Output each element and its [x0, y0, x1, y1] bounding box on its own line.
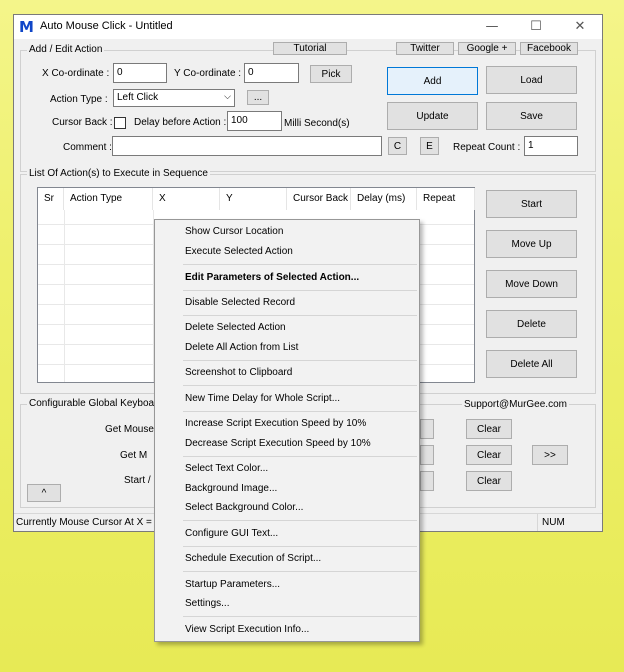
title-bar[interactable]: M Auto Mouse Click - Untitled — ☐ ✕	[14, 15, 602, 39]
menu-separator	[183, 315, 417, 316]
status-divider	[537, 514, 538, 531]
menu-item-select-text-color[interactable]: Select Text Color...	[185, 463, 268, 474]
menu-item-screenshot-to-clipboard[interactable]: Screenshot to Clipboard	[185, 367, 292, 378]
action-options-button[interactable]: ...	[247, 90, 269, 105]
repeat-count-label: Repeat Count :	[453, 142, 521, 153]
shortcut-field-2[interactable]	[420, 445, 434, 465]
more-shortcuts-button[interactable]: >>	[532, 445, 568, 465]
menu-separator	[183, 385, 417, 386]
comment-input[interactable]	[112, 136, 382, 156]
num-lock-indicator: NUM	[542, 517, 565, 528]
column-header-action-type[interactable]: Action Type	[64, 188, 153, 210]
facebook-button[interactable]: Facebook	[520, 42, 578, 55]
x-coordinate-input[interactable]: 0	[113, 63, 167, 83]
menu-item-view-execution-info[interactable]: View Script Execution Info...	[185, 624, 309, 635]
delay-unit-label: Milli Second(s)	[284, 118, 350, 129]
action-type-value: Left Click	[117, 92, 159, 103]
menu-item-select-background-color[interactable]: Select Background Color...	[185, 502, 303, 513]
y-coordinate-input[interactable]: 0	[244, 63, 299, 83]
column-header-delay[interactable]: Delay (ms)	[351, 188, 417, 210]
menu-item-edit-parameters[interactable]: Edit Parameters of Selected Action...	[185, 272, 359, 283]
move-down-button[interactable]: Move Down	[486, 270, 577, 298]
shortcut-field-1[interactable]	[420, 419, 434, 439]
update-button[interactable]: Update	[387, 102, 478, 130]
column-header-cursor-back[interactable]: Cursor Back	[287, 188, 351, 210]
column-header-y[interactable]: Y	[220, 188, 287, 210]
delete-button[interactable]: Delete	[486, 310, 577, 338]
load-button[interactable]: Load	[486, 66, 577, 94]
tutorial-button[interactable]: Tutorial	[273, 42, 347, 55]
maximize-icon[interactable]: ☐	[514, 15, 558, 39]
minimize-icon[interactable]: —	[470, 15, 514, 39]
menu-item-schedule-execution[interactable]: Schedule Execution of Script...	[185, 553, 321, 564]
menu-separator	[183, 360, 417, 361]
add-button[interactable]: Add	[387, 67, 478, 95]
repeat-count-input[interactable]: 1	[524, 136, 578, 156]
menu-item-background-image[interactable]: Background Image...	[185, 483, 277, 494]
menu-item-delete-selected-action[interactable]: Delete Selected Action	[185, 322, 286, 333]
collapse-button[interactable]: ^	[27, 484, 61, 502]
cursor-back-checkbox[interactable]	[114, 117, 126, 129]
pick-button[interactable]: Pick	[310, 65, 352, 83]
x-coordinate-label: X Co-ordinate :	[42, 68, 110, 79]
close-icon[interactable]: ✕	[558, 15, 602, 39]
menu-separator	[183, 264, 417, 265]
delay-label: Delay before Action :	[134, 117, 227, 128]
window-title: Auto Mouse Click - Untitled	[40, 20, 173, 32]
comment-label: Comment :	[63, 142, 112, 153]
column-header-repeat[interactable]: Repeat	[417, 188, 475, 210]
menu-item-increase-speed[interactable]: Increase Script Execution Speed by 10%	[185, 418, 366, 429]
action-list-group-label: List Of Action(s) to Execute in Sequence	[27, 168, 210, 179]
cursor-back-label: Cursor Back :	[52, 117, 113, 128]
menu-item-settings[interactable]: Settings...	[185, 598, 229, 609]
menu-item-configure-gui-text[interactable]: Configure GUI Text...	[185, 528, 278, 539]
save-button[interactable]: Save	[486, 102, 577, 130]
menu-separator	[183, 520, 417, 521]
keyboard-shortcuts-group-label: Configurable Global Keyboard	[27, 398, 165, 409]
menu-item-disable-selected-record[interactable]: Disable Selected Record	[185, 297, 295, 308]
menu-item-delete-all-actions[interactable]: Delete All Action from List	[185, 342, 298, 353]
e-button[interactable]: E	[420, 137, 439, 155]
action-type-label: Action Type :	[50, 94, 108, 105]
menu-separator	[183, 571, 417, 572]
get-mouse-shortcut-label: Get Mouse	[105, 424, 154, 435]
column-header-sr[interactable]: Sr	[38, 188, 64, 210]
menu-item-startup-parameters[interactable]: Startup Parameters...	[185, 579, 280, 590]
menu-separator	[183, 546, 417, 547]
start-button[interactable]: Start	[486, 190, 577, 218]
move-up-button[interactable]: Move Up	[486, 230, 577, 258]
menu-item-new-time-delay[interactable]: New Time Delay for Whole Script...	[185, 393, 340, 404]
chevron-down-icon: ⌵	[224, 91, 231, 101]
menu-item-execute-selected-action[interactable]: Execute Selected Action	[185, 246, 293, 257]
menu-separator	[183, 456, 417, 457]
shortcut-field-3[interactable]	[420, 471, 434, 491]
twitter-button[interactable]: Twitter	[396, 42, 454, 55]
app-logo-icon: M	[19, 18, 34, 36]
menu-item-show-cursor-location[interactable]: Show Cursor Location	[185, 226, 283, 237]
context-menu: Show Cursor Location Execute Selected Ac…	[154, 219, 420, 642]
menu-separator	[183, 411, 417, 412]
add-edit-group-label: Add / Edit Action	[27, 44, 105, 55]
cursor-position-status: Currently Mouse Cursor At X =	[16, 517, 152, 528]
google-plus-button[interactable]: Google +	[458, 42, 516, 55]
clear-shortcut-2-button[interactable]: Clear	[466, 445, 512, 465]
clear-shortcut-3-button[interactable]: Clear	[466, 471, 512, 491]
action-type-select[interactable]: Left Click ⌵	[113, 89, 235, 107]
delay-input[interactable]: 100	[227, 111, 282, 131]
menu-separator	[183, 290, 417, 291]
menu-separator	[183, 616, 417, 617]
menu-item-decrease-speed[interactable]: Decrease Script Execution Speed by 10%	[185, 438, 371, 449]
c-button[interactable]: C	[388, 137, 407, 155]
clear-shortcut-1-button[interactable]: Clear	[466, 419, 512, 439]
support-email-link[interactable]: Support@MurGee.com	[462, 399, 569, 410]
delete-all-button[interactable]: Delete All	[486, 350, 577, 378]
grid-divider	[64, 210, 65, 382]
column-header-x[interactable]: X	[153, 188, 220, 210]
y-coordinate-label: Y Co-ordinate :	[174, 68, 242, 79]
get-shortcut-label: Get M	[120, 450, 148, 461]
